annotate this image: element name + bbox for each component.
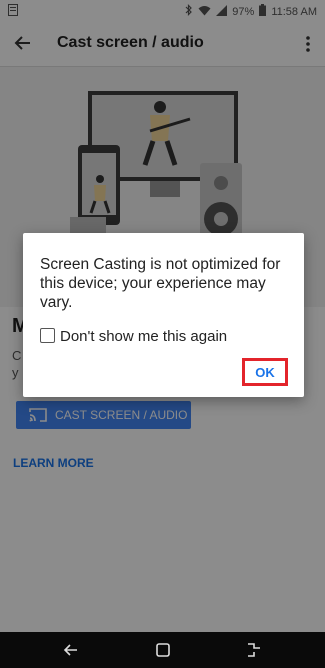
system-nav-bar	[0, 632, 325, 668]
ok-highlight-box: OK	[242, 358, 288, 386]
ok-button[interactable]: OK	[245, 361, 285, 383]
dont-show-again-label[interactable]: Don't show me this again	[60, 328, 227, 345]
nav-back-icon[interactable]	[61, 640, 81, 660]
warning-dialog: Screen Casting is not optimized for this…	[23, 233, 304, 397]
nav-recents-icon[interactable]	[244, 640, 264, 660]
dialog-message: Screen Casting is not optimized for this…	[40, 256, 281, 311]
nav-home-icon[interactable]	[153, 640, 173, 660]
dont-show-again-checkbox[interactable]	[40, 328, 55, 343]
